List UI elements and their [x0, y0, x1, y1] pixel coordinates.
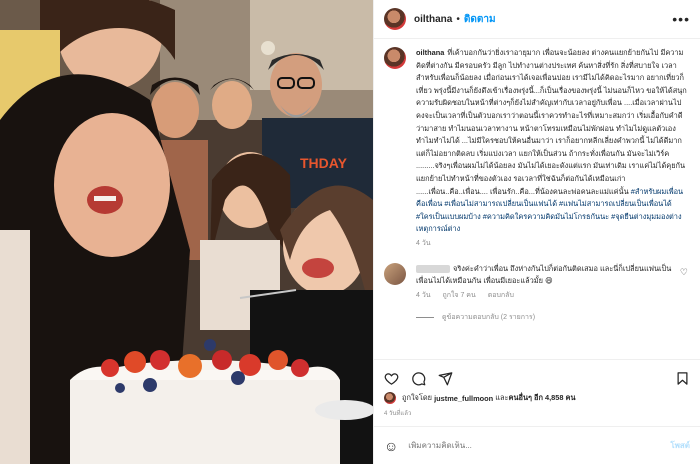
post-header: oilthana • ติดตาม •••	[374, 0, 700, 39]
comment-likes[interactable]: ถูกใจ 7 คน	[443, 292, 476, 299]
post-side-panel: oilthana • ติดตาม ••• oilthana ที่เค้าบอก…	[373, 0, 700, 464]
header-separator: •	[456, 13, 460, 25]
liker-avatar[interactable]	[384, 392, 396, 404]
author-avatar[interactable]	[384, 8, 406, 30]
more-options-icon[interactable]: •••	[672, 11, 690, 27]
comment-reply-button[interactable]: ตอบกลับ	[488, 292, 514, 299]
post-actions: ถูกใจโดย justme_fullmoon และ คนอื่นๆ อีก …	[374, 359, 700, 418]
view-replies-label: ดูข้อความตอบกลับ (2 รายการ)	[442, 314, 536, 322]
caption-body: oilthana ที่เค้าบอกกันว่ายิ่งเราอายุมาก เ…	[416, 47, 690, 251]
likes-connector: และ	[495, 393, 509, 402]
comment-body: จริงค่ะคำว่าเพื่อน ถึงห่างกันไปก็ต่อกันต…	[416, 263, 690, 303]
comment-input[interactable]	[408, 441, 671, 450]
instagram-post: THDAY oilthana • ติดตาม ••• oilthana ที่…	[0, 0, 700, 464]
post-caption: oilthana ที่เค้าบอกกันว่ายิ่งเราอายุมาก เ…	[384, 47, 690, 251]
replies-divider	[416, 317, 434, 319]
svg-text:THDAY: THDAY	[300, 155, 348, 171]
caption-time: 4 วัน	[416, 239, 431, 247]
post-photo[interactable]: THDAY	[0, 0, 373, 464]
heart-icon[interactable]	[384, 371, 399, 386]
add-comment-bar: ☺ โพสต์	[374, 426, 700, 464]
caption-username[interactable]: oilthana	[416, 48, 444, 57]
comment-text: จริงค่ะคำว่าเพื่อน ถึงห่างกันไปก็ต่อกันต…	[416, 263, 672, 286]
author-username[interactable]: oilthana	[414, 14, 452, 25]
post-date: 4 วันที่แล้ว	[384, 411, 412, 417]
follow-button[interactable]: ติดตาม	[464, 12, 496, 27]
comment-item: จริงค่ะคำว่าเพื่อน ถึงห่างกันไปก็ต่อกันต…	[384, 262, 690, 303]
comment-meta: 4 วัน ถูกใจ 7 คน ตอบกลับ	[416, 290, 672, 303]
comment-like-heart-icon[interactable]: ♡	[680, 267, 688, 278]
comments-section[interactable]: oilthana ที่เค้าบอกกันว่ายิ่งเราอายุมาก เ…	[374, 39, 700, 359]
action-icons	[384, 366, 690, 390]
comment-time: 4 วัน	[416, 291, 431, 299]
commenter-username-redacted[interactable]	[416, 264, 450, 273]
view-replies-button[interactable]: ดูข้อความตอบกลับ (2 รายการ)	[416, 312, 690, 323]
comment-icon[interactable]	[411, 371, 426, 386]
caption-avatar[interactable]	[384, 47, 406, 69]
liker-username[interactable]: justme_fullmoon	[434, 394, 493, 403]
emoji-icon[interactable]: ☺	[384, 438, 398, 454]
likes-summary[interactable]: ถูกใจโดย justme_fullmoon และ คนอื่นๆ อีก …	[384, 392, 690, 404]
likes-others[interactable]: คนอื่นๆ อีก 4,858 คน	[509, 392, 576, 404]
post-comment-button[interactable]: โพสต์	[670, 439, 690, 452]
likes-prefix: ถูกใจโดย	[402, 393, 432, 402]
bookmark-icon[interactable]	[675, 371, 690, 386]
commenter-avatar[interactable]	[384, 262, 406, 285]
share-icon[interactable]	[438, 371, 453, 386]
caption-text: ที่เค้าบอกกันว่ายิ่งเราอายุมาก เพื่อนจะน…	[416, 48, 687, 196]
